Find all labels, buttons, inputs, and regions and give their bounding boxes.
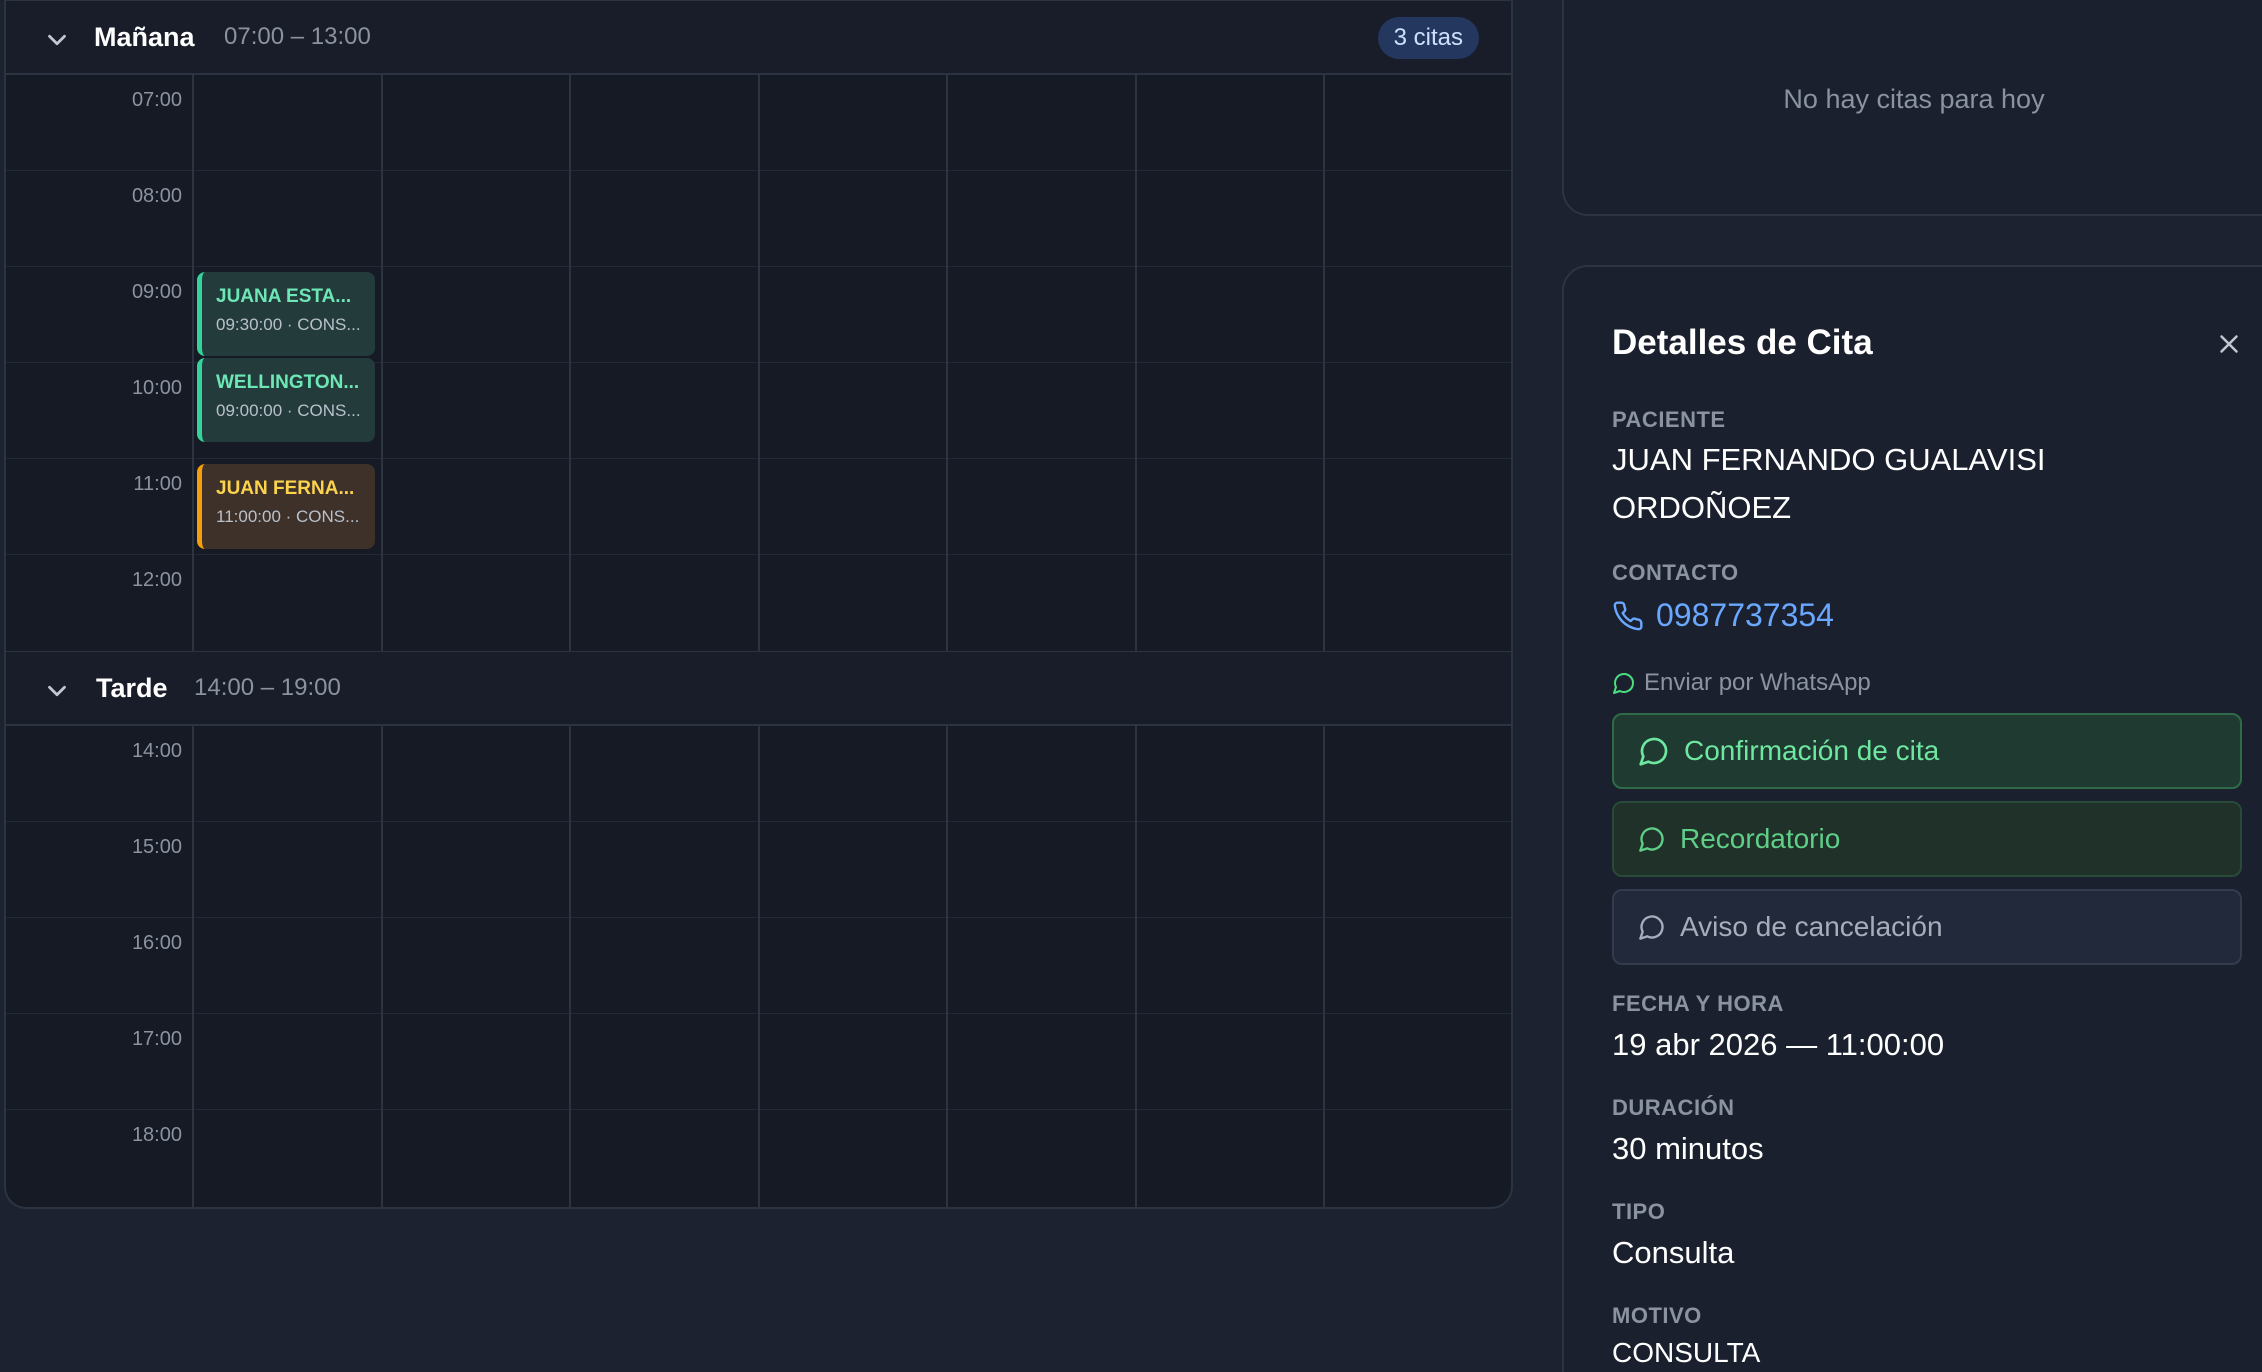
section-range-afternoon: 14:00 – 19:00 [194,674,341,701]
today-appointments-panel: No hay citas para hoy [1562,0,2262,216]
patient-name-line2: ORDOÑOEZ [1612,490,1792,525]
send-cancellation-label: Aviso de cancelación [1680,911,1943,942]
send-confirmation-button[interactable]: Confirmación de cita [1612,713,2242,789]
patient-name-line1: JUAN FERNANDO GUALAVISI [1612,442,2046,477]
phone-number: 0987737354 [1656,597,1834,633]
column-divider [1135,75,1137,651]
column-divider [569,75,571,651]
section-header-morning[interactable]: Mañana 07:00 – 13:00 3 citas [6,0,1511,75]
hour-label: 08:00 [131,185,182,207]
appointment-patient: JUAN FERNA... [216,478,355,499]
hour-label: 15:00 [131,836,182,858]
afternoon-grid: 14:00 15:00 16:00 17:00 18:00 [6,726,1511,1207]
appointment-meta: 09:00:00 · CONS... [216,401,361,420]
send-reminder-label: Recordatorio [1680,823,1841,854]
chevron-down-icon[interactable] [42,676,72,706]
chevron-down-icon[interactable] [42,25,72,55]
chat-bubble-icon [1639,915,1664,940]
reason-value: CONSULTA [1612,1337,1761,1368]
section-range-morning: 07:00 – 13:00 [224,23,371,50]
reason-label: MOTIVO [1612,1303,1702,1328]
appointment-card[interactable]: WELLINGTON... 09:00:00 · CONS... [197,358,375,442]
hour-label: 11:00 [133,473,182,495]
send-confirmation-label: Confirmación de cita [1684,735,1940,766]
column-divider [381,726,383,1207]
appointments-count-badge: 3 citas [1377,17,1479,59]
hour-label: 10:00 [131,377,182,399]
section-title-morning: Mañana [94,21,195,52]
close-icon[interactable] [2214,329,2244,359]
hour-label: 09:00 [131,281,182,303]
column-divider [381,75,383,651]
datetime-label: FECHA Y HORA [1612,991,1784,1016]
chat-bubble-icon [1639,827,1664,852]
column-divider [569,726,571,1207]
hour-label: 07:00 [131,89,182,111]
contact-label: CONTACTO [1612,560,1739,585]
column-divider [1323,75,1325,651]
column-divider [192,726,194,1207]
phone-link[interactable]: 0987737354 [1612,597,1834,634]
hour-label: 18:00 [131,1124,182,1146]
column-divider [758,726,760,1207]
whatsapp-hint: Enviar por WhatsApp [1612,669,1871,697]
hour-label: 12:00 [131,569,182,591]
datetime-value: 19 abr 2026 — 11:00:00 [1612,1027,1945,1062]
chat-bubble-icon [1639,737,1668,766]
column-divider [946,75,948,651]
appointment-card-selected[interactable]: JUAN FERNA... 11:00:00 · CONS... [197,464,375,549]
column-divider [192,75,194,651]
hour-label: 16:00 [131,932,182,954]
appointment-patient: JUANA ESTA... [216,286,352,307]
duration-value: 30 minutos [1612,1131,1764,1166]
type-label: TIPO [1612,1199,1666,1224]
details-title: Detalles de Cita [1612,323,1873,362]
column-divider [1135,726,1137,1207]
whatsapp-hint-text: Enviar por WhatsApp [1644,669,1871,696]
morning-grid: 07:00 08:00 09:00 10:00 11:00 12:00 JUAN… [6,75,1511,651]
hour-label: 14:00 [131,740,182,762]
patient-label: PACIENTE [1612,407,1726,432]
section-header-afternoon[interactable]: Tarde 14:00 – 19:00 [6,651,1511,726]
empty-state-text: No hay citas para hoy [1783,84,2045,114]
calendar-day-view: Mañana 07:00 – 13:00 3 citas 07:00 08:00… [4,0,1513,1209]
chat-bubble-icon [1613,673,1634,694]
hour-label: 17:00 [131,1028,182,1050]
send-reminder-button[interactable]: Recordatorio [1612,801,2242,877]
type-value: Consulta [1612,1235,1735,1270]
duration-label: DURACIÓN [1612,1095,1735,1120]
send-cancellation-button[interactable]: Aviso de cancelación [1612,889,2242,965]
section-title-afternoon: Tarde [96,672,168,703]
appointment-meta: 09:30:00 · CONS... [216,315,361,334]
column-divider [946,726,948,1207]
column-divider [758,75,760,651]
column-divider [1323,726,1325,1207]
phone-icon [1613,600,1643,630]
appointment-details-panel: Detalles de Cita PACIENTE JUAN FERNANDO … [1562,265,2262,1372]
appointment-card[interactable]: JUANA ESTA... 09:30:00 · CONS... [197,272,375,356]
appointment-meta: 11:00:00 · CONS... [216,507,360,526]
appointment-patient: WELLINGTON... [216,372,360,393]
